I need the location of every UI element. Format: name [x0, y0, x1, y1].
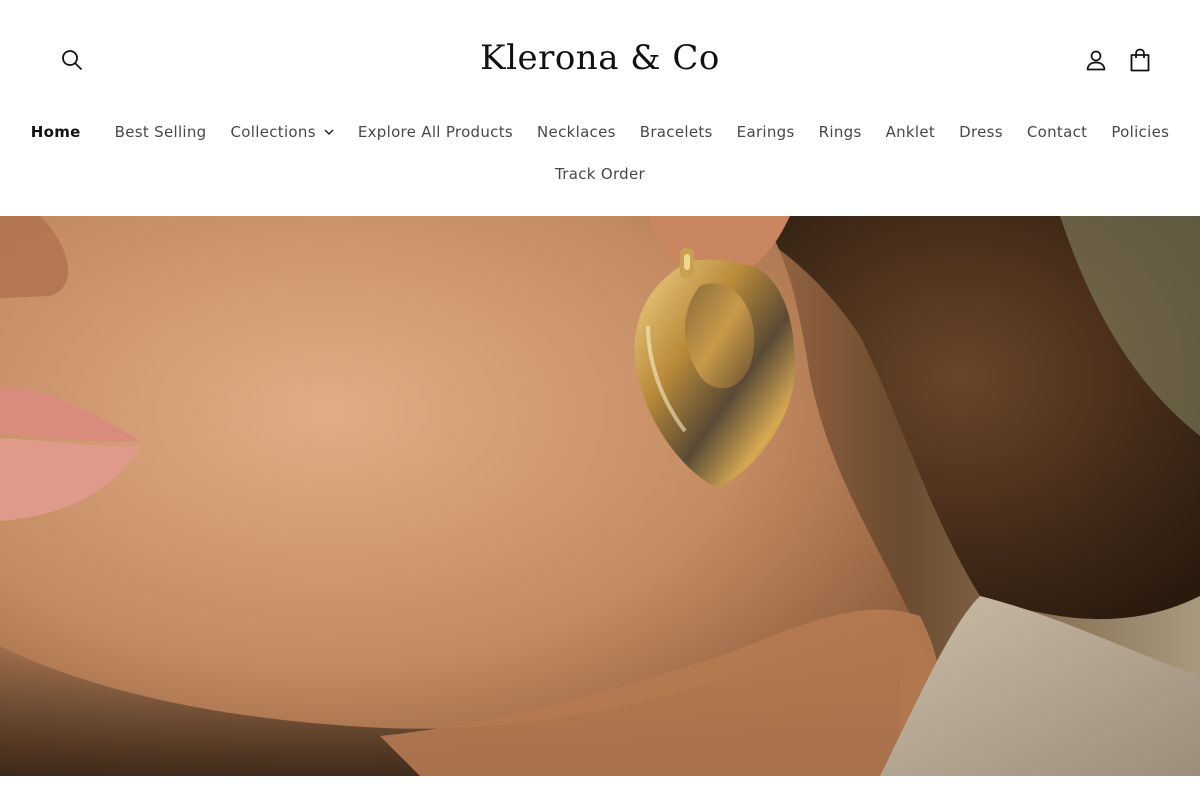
nav-item-policies[interactable]: Policies	[1099, 119, 1181, 145]
nav-item-anklet[interactable]: Anklet	[874, 119, 948, 145]
nav-item-collections-label: Collections	[230, 123, 316, 141]
hero-earring-photo	[0, 216, 1200, 776]
hero-banner-image	[0, 216, 1200, 776]
nav-item-rings[interactable]: Rings	[807, 119, 874, 145]
main-nav-row-2: Track Order	[0, 161, 1200, 187]
account-button[interactable]	[1080, 44, 1112, 76]
nav-item-bracelets[interactable]: Bracelets	[628, 119, 725, 145]
nav-item-track-order[interactable]: Track Order	[543, 161, 657, 187]
nav-item-collections[interactable]: Collections	[219, 119, 346, 145]
cart-button[interactable]	[1124, 44, 1156, 76]
user-icon	[1086, 50, 1106, 71]
nav-item-explore-all-products[interactable]: Explore All Products	[346, 119, 525, 145]
main-nav: Home Best Selling Collections Explore Al…	[0, 119, 1200, 145]
site-header: Klerona & Co Home Best Selling Collectio…	[0, 0, 1200, 216]
shopping-bag-icon	[1130, 48, 1150, 72]
nav-item-earings[interactable]: Earings	[725, 119, 807, 145]
nav-item-home[interactable]: Home	[19, 119, 103, 145]
nav-item-best-selling[interactable]: Best Selling	[103, 119, 219, 145]
site-logo[interactable]: Klerona & Co	[0, 34, 1200, 82]
nav-item-necklaces[interactable]: Necklaces	[525, 119, 628, 145]
logo-text[interactable]: Klerona & Co	[480, 38, 720, 78]
chevron-down-icon	[324, 129, 334, 135]
nav-item-contact[interactable]: Contact	[1015, 119, 1099, 145]
nav-item-dress[interactable]: Dress	[947, 119, 1015, 145]
